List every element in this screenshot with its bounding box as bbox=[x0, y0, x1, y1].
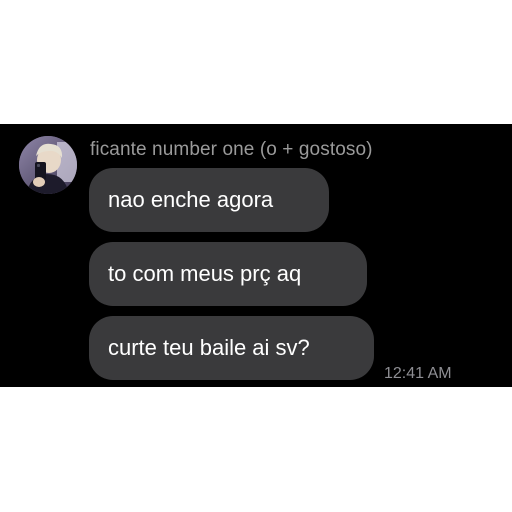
message-bubble[interactable]: to com meus prç aq bbox=[89, 242, 367, 306]
avatar[interactable] bbox=[19, 136, 77, 194]
screenshot: ficante number one (o + gostoso) nao enc… bbox=[0, 0, 512, 512]
message-bubble[interactable]: curte teu baile ai sv? bbox=[89, 316, 374, 380]
message-bubble[interactable]: nao enche agora bbox=[89, 168, 329, 232]
message-timestamp: 12:41 AM bbox=[384, 365, 452, 382]
avatar-photo-icon bbox=[19, 136, 77, 194]
sender-name: ficante number one (o + gostoso) bbox=[90, 139, 373, 160]
